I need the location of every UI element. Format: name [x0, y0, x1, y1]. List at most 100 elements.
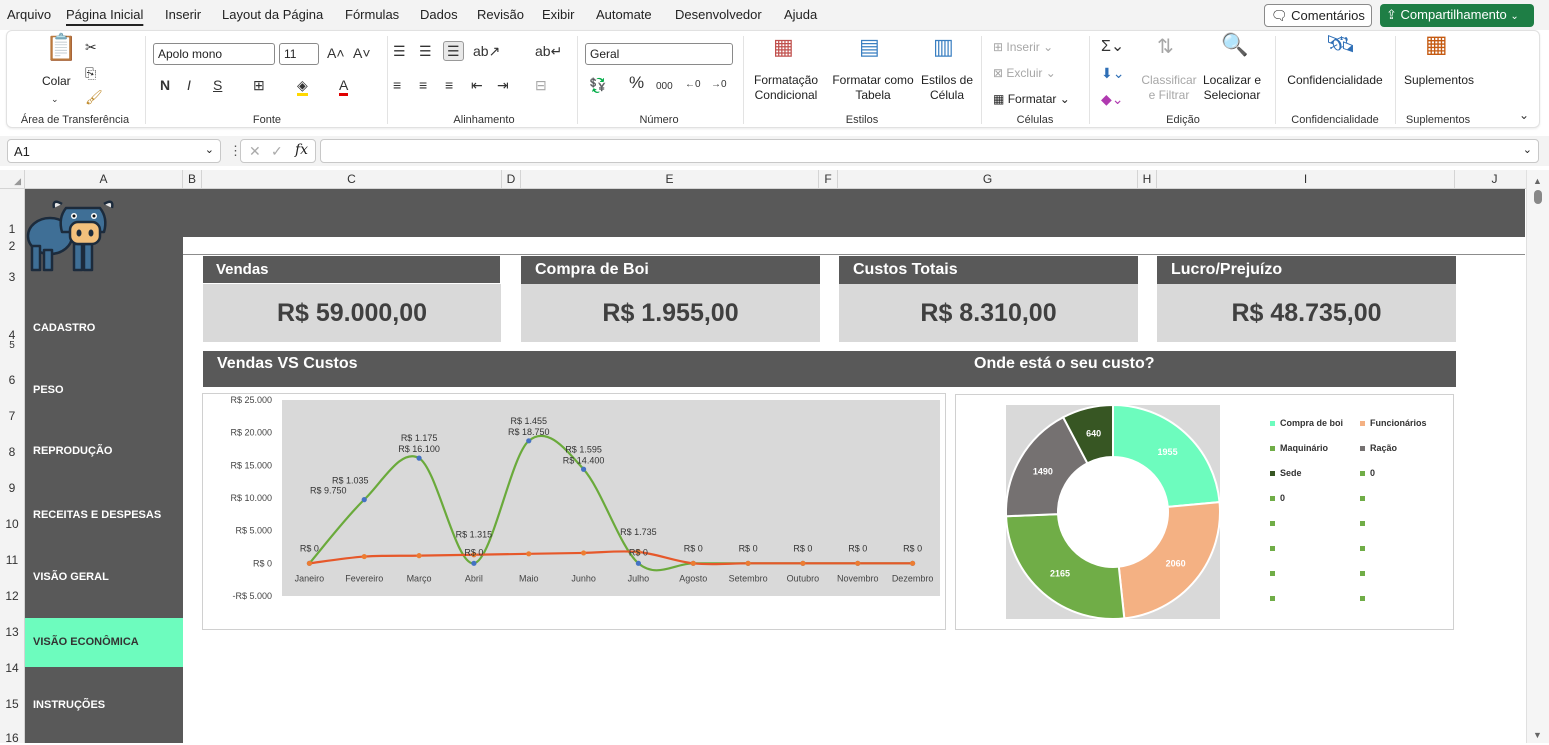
cancel-icon[interactable]: ✕: [249, 143, 261, 160]
decrease-font-icon[interactable]: A˅: [353, 45, 371, 61]
tab-revisao[interactable]: Revisão: [477, 7, 524, 22]
nav-item-cadastro[interactable]: CADASTRO: [25, 304, 183, 353]
increase-indent-icon[interactable]: ⇥: [497, 77, 509, 93]
nav-item-instrucoes[interactable]: INSTRUÇÕES: [25, 681, 183, 730]
tab-dados[interactable]: Dados: [420, 7, 458, 22]
align-left-icon[interactable]: ≡: [393, 77, 401, 93]
collapse-ribbon-icon[interactable]: ⌄: [1519, 107, 1529, 123]
sensitivity-button[interactable]: Confidencialidade: [1285, 73, 1385, 88]
copy-icon[interactable]: ⎘: [85, 65, 96, 81]
tab-inserir[interactable]: Inserir: [165, 7, 201, 22]
addins-button[interactable]: Suplementos: [1401, 73, 1477, 88]
nav-item-visao-economica[interactable]: VISÃO ECONÔMICA: [25, 618, 183, 667]
row-header-11[interactable]: 11: [0, 553, 24, 567]
nav-item-reproducao[interactable]: REPRODUÇÃO: [25, 427, 183, 476]
row-header-6[interactable]: 6: [0, 373, 24, 387]
font-size-combo[interactable]: 11: [279, 43, 319, 65]
column-header-h[interactable]: H: [1138, 170, 1157, 189]
row-header-10[interactable]: 10: [0, 517, 24, 531]
fill-icon[interactable]: ⬇⌄: [1101, 65, 1124, 81]
tab-arquivo[interactable]: Arquivo: [7, 7, 51, 22]
row-header-3[interactable]: 3: [0, 270, 24, 284]
borders-icon[interactable]: ⊞: [253, 77, 265, 93]
format-cells-button[interactable]: ▦ Formatar ⌄: [993, 92, 1070, 107]
column-header-b[interactable]: B: [183, 170, 202, 189]
wrap-text-icon[interactable]: ab↵: [535, 43, 562, 59]
column-header-j[interactable]: J: [1455, 170, 1535, 189]
scroll-up-icon[interactable]: ▲: [1533, 176, 1542, 186]
insert-function-icon[interactable]: fx: [295, 142, 308, 158]
paste-icon[interactable]: 📋: [45, 34, 77, 60]
formula-input[interactable]: ⌄: [320, 139, 1539, 163]
scroll-down-icon[interactable]: ▼: [1533, 730, 1542, 740]
row-header-9[interactable]: 9: [0, 481, 24, 495]
font-name-combo[interactable]: Apolo mono: [153, 43, 275, 65]
delete-cells-button[interactable]: ⊠ Excluir ⌄: [993, 66, 1056, 81]
tab-ajuda[interactable]: Ajuda: [784, 7, 817, 22]
thousands-icon[interactable]: 000: [656, 79, 673, 95]
decrease-decimal-icon[interactable]: →0: [711, 77, 727, 93]
tab-automate[interactable]: Automate: [596, 7, 652, 22]
column-header-f[interactable]: F: [819, 170, 838, 189]
chevron-down-icon[interactable]: ⌄: [51, 91, 59, 107]
align-right-icon[interactable]: ≡: [445, 77, 453, 93]
insert-cells-button[interactable]: ⊞ Inserir ⌄: [993, 40, 1053, 55]
nav-item-peso[interactable]: PESO: [25, 366, 183, 415]
align-middle-icon[interactable]: ☰: [419, 43, 432, 59]
row-header-5[interactable]: 5: [0, 340, 24, 351]
font-color-icon[interactable]: A: [339, 77, 349, 96]
row-header-1[interactable]: 1: [0, 222, 24, 236]
name-box[interactable]: A1 ⌄: [7, 139, 221, 163]
row-header-14[interactable]: 14: [0, 661, 24, 675]
column-header-a[interactable]: A: [25, 170, 183, 189]
increase-font-icon[interactable]: A˄: [327, 45, 345, 61]
find-select-button[interactable]: Localizar e Selecionar: [1199, 73, 1265, 103]
align-center-icon[interactable]: ≡: [419, 77, 427, 93]
row-header-15[interactable]: 15: [0, 697, 24, 711]
align-bottom-icon[interactable]: ☰: [443, 41, 464, 61]
paste-button[interactable]: Colar: [42, 74, 71, 89]
enter-icon[interactable]: ✓: [271, 143, 283, 160]
format-table-button[interactable]: Formatar como Tabela: [831, 73, 915, 103]
autosum-icon[interactable]: Σ⌄: [1101, 39, 1124, 55]
number-format-combo[interactable]: Geral: [585, 43, 733, 65]
nav-item-receitas-despesas[interactable]: RECEITAS E DESPESAS: [25, 491, 183, 540]
underline-icon[interactable]: S: [213, 77, 222, 93]
row-header-7[interactable]: 7: [0, 409, 24, 423]
nav-item-visao-geral[interactable]: VISÃO GERAL: [25, 553, 183, 602]
column-header-i[interactable]: I: [1157, 170, 1455, 189]
column-header-g[interactable]: G: [838, 170, 1138, 189]
comments-button[interactable]: 🗨 Comentários: [1264, 4, 1372, 27]
select-all-button[interactable]: ◢: [0, 170, 25, 189]
clear-icon[interactable]: ◆⌄: [1101, 91, 1124, 107]
conditional-format-button[interactable]: Formatação Condicional: [749, 73, 823, 103]
currency-icon[interactable]: 💱: [589, 77, 606, 93]
column-header-d[interactable]: D: [502, 170, 521, 189]
align-top-icon[interactable]: ☰: [393, 43, 406, 59]
tab-formulas[interactable]: Fórmulas: [345, 7, 399, 22]
share-button[interactable]: ⇪ Compartilhamento ⌄: [1380, 4, 1534, 27]
tab-pagina-inicial[interactable]: Página Inicial: [66, 7, 143, 22]
scrollbar-thumb[interactable]: [1534, 190, 1542, 204]
vertical-scrollbar[interactable]: ▲ ▼: [1526, 170, 1549, 743]
row-header-2[interactable]: 2: [0, 239, 24, 253]
merge-icon[interactable]: ⊟: [535, 77, 547, 93]
fill-color-icon[interactable]: ◈: [297, 77, 308, 96]
row-header-12[interactable]: 12: [0, 589, 24, 603]
tab-layout[interactable]: Layout da Página: [222, 7, 323, 22]
sort-filter-button[interactable]: Classificar e Filtrar: [1137, 73, 1201, 103]
bold-icon[interactable]: N: [160, 77, 170, 93]
cut-icon[interactable]: ✂: [85, 39, 97, 55]
orientation-icon[interactable]: ab↗: [473, 43, 500, 59]
row-header-8[interactable]: 8: [0, 445, 24, 459]
format-painter-icon[interactable]: 🖌: [85, 89, 103, 105]
tab-exibir[interactable]: Exibir: [542, 7, 575, 22]
column-header-e[interactable]: E: [521, 170, 819, 189]
italic-icon[interactable]: I: [187, 77, 191, 93]
increase-decimal-icon[interactable]: ←0: [685, 77, 701, 93]
cell-styles-button[interactable]: Estilos de Célula: [917, 73, 977, 103]
percent-icon[interactable]: %: [629, 74, 644, 91]
tab-desenvolvedor[interactable]: Desenvolvedor: [675, 7, 762, 22]
row-header-13[interactable]: 13: [0, 625, 24, 639]
column-header-c[interactable]: C: [202, 170, 502, 189]
